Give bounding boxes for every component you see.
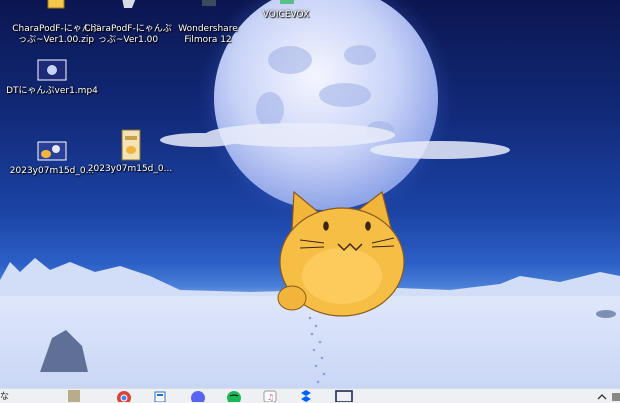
icon-label-line2: Filmora 12 <box>184 35 232 45</box>
spotify-icon[interactable] <box>226 389 242 402</box>
voicevox-app-icon <box>270 0 302 8</box>
desktop[interactable]: CharaPodF-にゃんぷ っぷ~Ver1.00.zip CharaPodF-… <box>0 0 620 388</box>
image-file-icon <box>36 138 68 164</box>
video-file-icon <box>36 58 68 84</box>
icon-label: Wondershare <box>178 24 238 34</box>
snow-ground <box>0 296 620 388</box>
chevron-up-icon[interactable] <box>594 389 610 402</box>
notepad-icon[interactable] <box>152 389 168 402</box>
desktop-icon-dt-mp4[interactable]: DTにゃんぷver1.mp4 <box>4 58 100 97</box>
rock-right <box>596 310 616 318</box>
window-icon[interactable] <box>334 389 354 402</box>
cat-character <box>277 190 405 317</box>
discord-icon[interactable] <box>190 389 206 402</box>
chrome-icon[interactable] <box>116 389 132 402</box>
icon-label: VOICEVOX <box>262 10 310 20</box>
dropbox-icon[interactable] <box>298 389 314 402</box>
desktop-icon-voicevox[interactable]: VOICEVOX <box>238 0 334 21</box>
svg-text:♫: ♫ <box>267 393 274 402</box>
desktop-icon-screenshot-2[interactable]: 2023y07m15d_0... <box>82 128 178 175</box>
zip-archive-icon <box>40 0 72 22</box>
explorer-icon[interactable] <box>66 389 82 402</box>
image-file-icon <box>114 128 146 162</box>
filmora-app-icon <box>192 0 224 22</box>
itunes-icon[interactable]: ♫ <box>262 389 278 402</box>
tray-icon[interactable] <box>610 389 620 402</box>
app-folder-icon <box>112 0 144 22</box>
icon-label: DTにゃんぷver1.mp4 <box>6 86 98 96</box>
icon-label: 2023y07m15d_0... <box>87 164 173 174</box>
input-method-indicator[interactable]: な <box>0 389 9 402</box>
